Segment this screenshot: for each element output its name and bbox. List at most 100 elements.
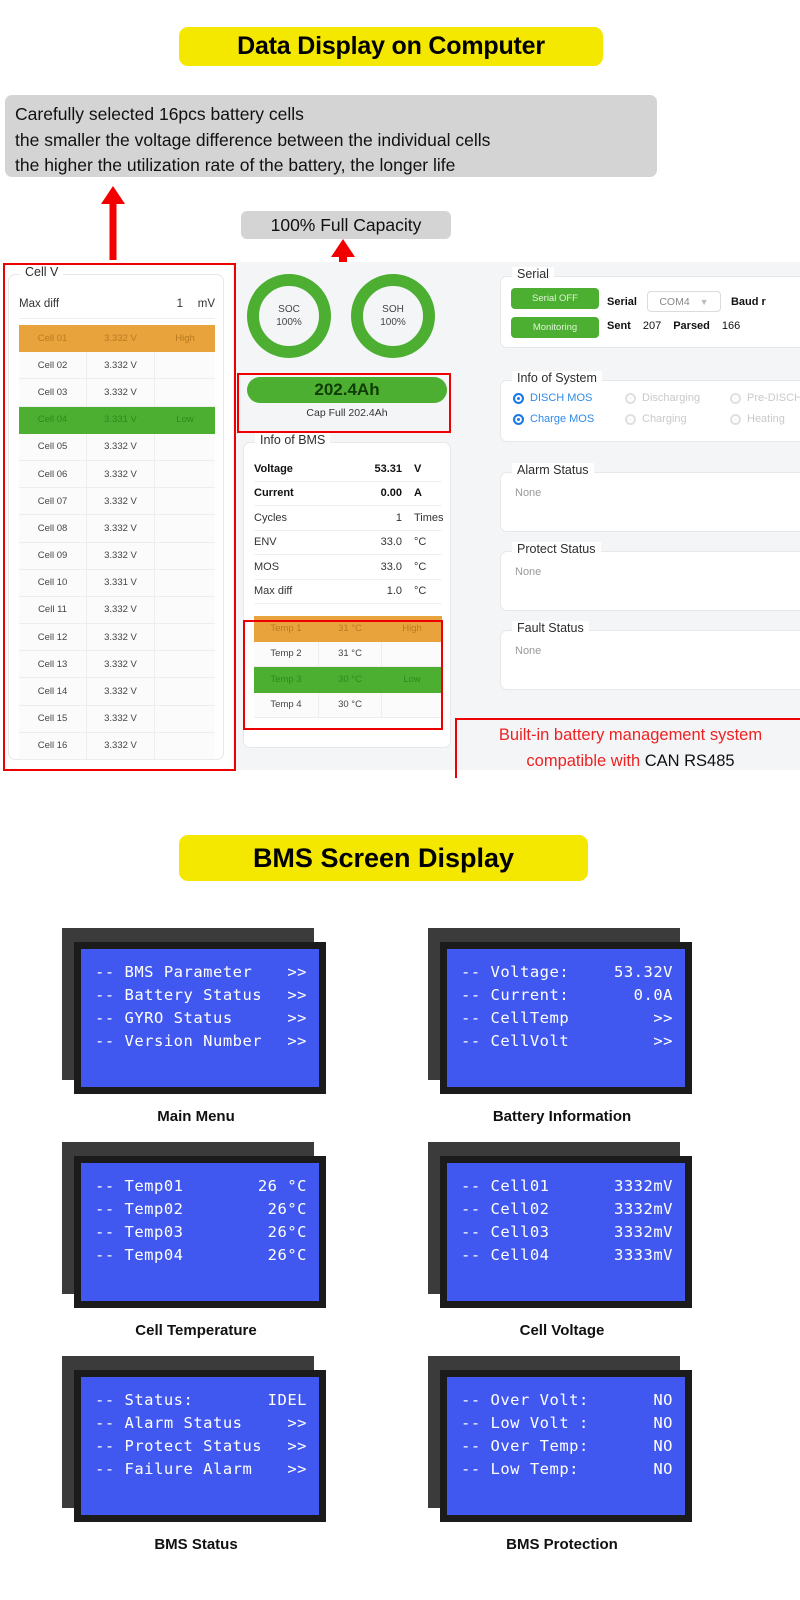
system-status-item[interactable]: Pre-DISCH: [730, 392, 800, 404]
radio-on-icon: [513, 392, 524, 404]
system-status-item[interactable]: Heating: [730, 413, 800, 425]
lcd-line[interactable]: -- Alarm Status >>: [95, 1412, 307, 1435]
lcd-line-value: NO: [653, 1460, 673, 1478]
lcd-screen-cell-temperature: -- Temp01 26 °C -- Temp02 26°C -- Temp03 26°C…: [62, 1142, 330, 1339]
lcd-line-value: NO: [653, 1414, 673, 1432]
note-line-2: the smaller the voltage difference betwe…: [15, 129, 491, 150]
lcd-caption: Cell Temperature: [135, 1322, 257, 1339]
serial-off-button[interactable]: Serial OFF: [511, 288, 599, 309]
banner-bms-screen: BMS Screen Display: [179, 835, 588, 881]
bms-info-row: ENV 33.0 °C: [254, 531, 442, 555]
lcd-line-key: -- Temp01: [95, 1177, 184, 1195]
highlight-cell-voltage: [3, 263, 236, 771]
note-line-1: Carefully selected 16pcs battery cells: [15, 104, 304, 124]
lcd-line[interactable]: -- BMS Parameter >>: [95, 961, 307, 984]
lcd-line[interactable]: -- Over Temp: NO: [461, 1435, 673, 1458]
lcd-line-key: -- GYRO Status: [95, 1009, 233, 1027]
lcd-line[interactable]: -- Cell04 3333mV: [461, 1244, 673, 1267]
chevron-down-icon: ▼: [699, 296, 709, 307]
serial-port-label: Serial: [607, 295, 637, 308]
lcd-line[interactable]: -- Protect Status >>: [95, 1435, 307, 1458]
system-status-item[interactable]: DISCH MOS: [513, 392, 625, 404]
can-note-prefix: compatible with: [526, 752, 645, 770]
lcd-screen-bms-protection: -- Over Volt: NO -- Low Volt : NO -- Over Te…: [428, 1356, 696, 1553]
bms-info-label: Cycles: [254, 511, 288, 524]
lcd-line-value: >>: [287, 1414, 307, 1432]
bms-info-value: 33.0: [380, 560, 402, 573]
note-box: Carefully selected 16pcs battery cells t…: [5, 95, 657, 177]
info-of-system-legend: Info of System: [512, 371, 602, 385]
lcd-bezel: -- Voltage: 53.32V -- Current: 0.0A -- CellT…: [440, 942, 692, 1094]
protect-status-card: Protect Status None: [500, 542, 800, 611]
lcd-line-key: -- Battery Status: [95, 986, 263, 1004]
lcd-line[interactable]: -- GYRO Status >>: [95, 1007, 307, 1030]
highlight-temperature: [243, 620, 443, 730]
lcd-line[interactable]: -- Version Number >>: [95, 1030, 307, 1053]
lcd-line[interactable]: -- CellTemp >>: [461, 1007, 673, 1030]
lcd-screen-content: -- BMS Parameter >> -- Battery Status >> -- …: [81, 949, 319, 1087]
lcd-line[interactable]: -- Current: 0.0A: [461, 984, 673, 1007]
bms-info-unit: °C: [414, 536, 427, 549]
lcd-line[interactable]: -- Cell02 3332mV: [461, 1198, 673, 1221]
bms-info-row: Current 0.00 A: [254, 482, 442, 506]
lcd-line-value: NO: [653, 1391, 673, 1409]
system-status-label: Pre-DISCH: [747, 392, 800, 404]
banner-bms-screen-label: BMS Screen Display: [252, 842, 515, 873]
lcd-screen-content: -- Temp01 26 °C -- Temp02 26°C -- Temp03 26°C…: [81, 1163, 319, 1301]
lcd-line-value: 26 °C: [257, 1177, 307, 1195]
lcd-line[interactable]: -- Low Volt : NO: [461, 1412, 673, 1435]
protect-status-value: None: [515, 566, 542, 578]
system-status-item[interactable]: Charging: [625, 413, 730, 425]
lcd-line[interactable]: -- Cell01 3332mV: [461, 1175, 673, 1198]
lcd-line[interactable]: -- Cell03 3332mV: [461, 1221, 673, 1244]
lcd-line-key: -- CellVolt: [461, 1032, 570, 1050]
lcd-line[interactable]: -- Battery Status >>: [95, 984, 307, 1007]
serial-legend: Serial: [512, 267, 554, 281]
bms-info-value: 0.00: [380, 487, 402, 500]
system-status-label: Charging: [642, 413, 687, 425]
system-status-item[interactable]: Discharging: [625, 392, 730, 404]
infographic-page: Data Display on Computer Carefully selec…: [0, 0, 800, 1600]
system-status-row-2: Charge MOS Charging Heating: [513, 413, 800, 425]
soh-label: SOH: [382, 304, 404, 315]
lcd-line[interactable]: -- Status: IDEL: [95, 1389, 307, 1412]
lcd-line[interactable]: -- CellVolt >>: [461, 1030, 673, 1053]
lcd-line-value: 3332mV: [614, 1200, 673, 1218]
lcd-line[interactable]: -- Failure Alarm >>: [95, 1458, 307, 1481]
soh-gauge: SOH 100%: [351, 274, 435, 358]
lcd-line-value: >>: [287, 986, 307, 1004]
serial-port-select[interactable]: COM4 ▼: [646, 291, 721, 312]
lcd-line[interactable]: -- Temp01 26 °C: [95, 1175, 307, 1198]
fault-status-value: None: [515, 645, 542, 657]
system-status-item[interactable]: Charge MOS: [513, 413, 625, 425]
lcd-screen-content: -- Cell01 3332mV -- Cell02 3332mV -- Cell03 3…: [447, 1163, 685, 1301]
bms-info-row: Max diff 1.0 °C: [254, 580, 442, 604]
lcd-line-key: -- Status:: [95, 1391, 194, 1409]
alarm-status-legend: Alarm Status: [512, 463, 594, 477]
lcd-line[interactable]: -- Temp03 26°C: [95, 1221, 307, 1244]
monitoring-button[interactable]: Monitoring: [511, 317, 599, 338]
banner-data-display-label: Data Display on Computer: [237, 32, 545, 60]
bms-info-label: Max diff: [254, 585, 293, 598]
lcd-line-key: -- Low Volt :: [461, 1414, 589, 1432]
lcd-line[interactable]: -- Temp02 26°C: [95, 1198, 307, 1221]
lcd-line[interactable]: -- Temp04 26°C: [95, 1244, 307, 1267]
lcd-screen-cell-voltage: -- Cell01 3332mV -- Cell02 3332mV -- Cell03 3…: [428, 1142, 696, 1339]
arrow-to-note-icon: [100, 186, 126, 260]
lcd-line[interactable]: -- Over Volt: NO: [461, 1389, 673, 1412]
sent-label: Sent: [607, 320, 631, 332]
capacity-tag: 100% Full Capacity: [241, 211, 451, 239]
lcd-line-value: >>: [287, 1460, 307, 1478]
lcd-line-key: -- Failure Alarm: [95, 1460, 253, 1478]
lcd-line[interactable]: -- Low Temp: NO: [461, 1458, 673, 1481]
lcd-line[interactable]: -- Voltage: 53.32V: [461, 961, 673, 984]
lcd-line-value: IDEL: [267, 1391, 307, 1409]
radio-off-icon: [625, 392, 636, 404]
lcd-screen-battery-information: -- Voltage: 53.32V -- Current: 0.0A -- CellT…: [428, 928, 696, 1125]
lcd-line-key: -- Cell04: [461, 1246, 550, 1264]
serial-port-row: Serial COM4 ▼ Baud r: [607, 291, 766, 312]
bms-info-value: 1.0: [386, 585, 402, 598]
soh-value: 100%: [380, 317, 406, 328]
can-rs485-note: Built-in battery management system compa…: [461, 722, 800, 778]
lcd-line-value: 0.0A: [633, 986, 673, 1004]
